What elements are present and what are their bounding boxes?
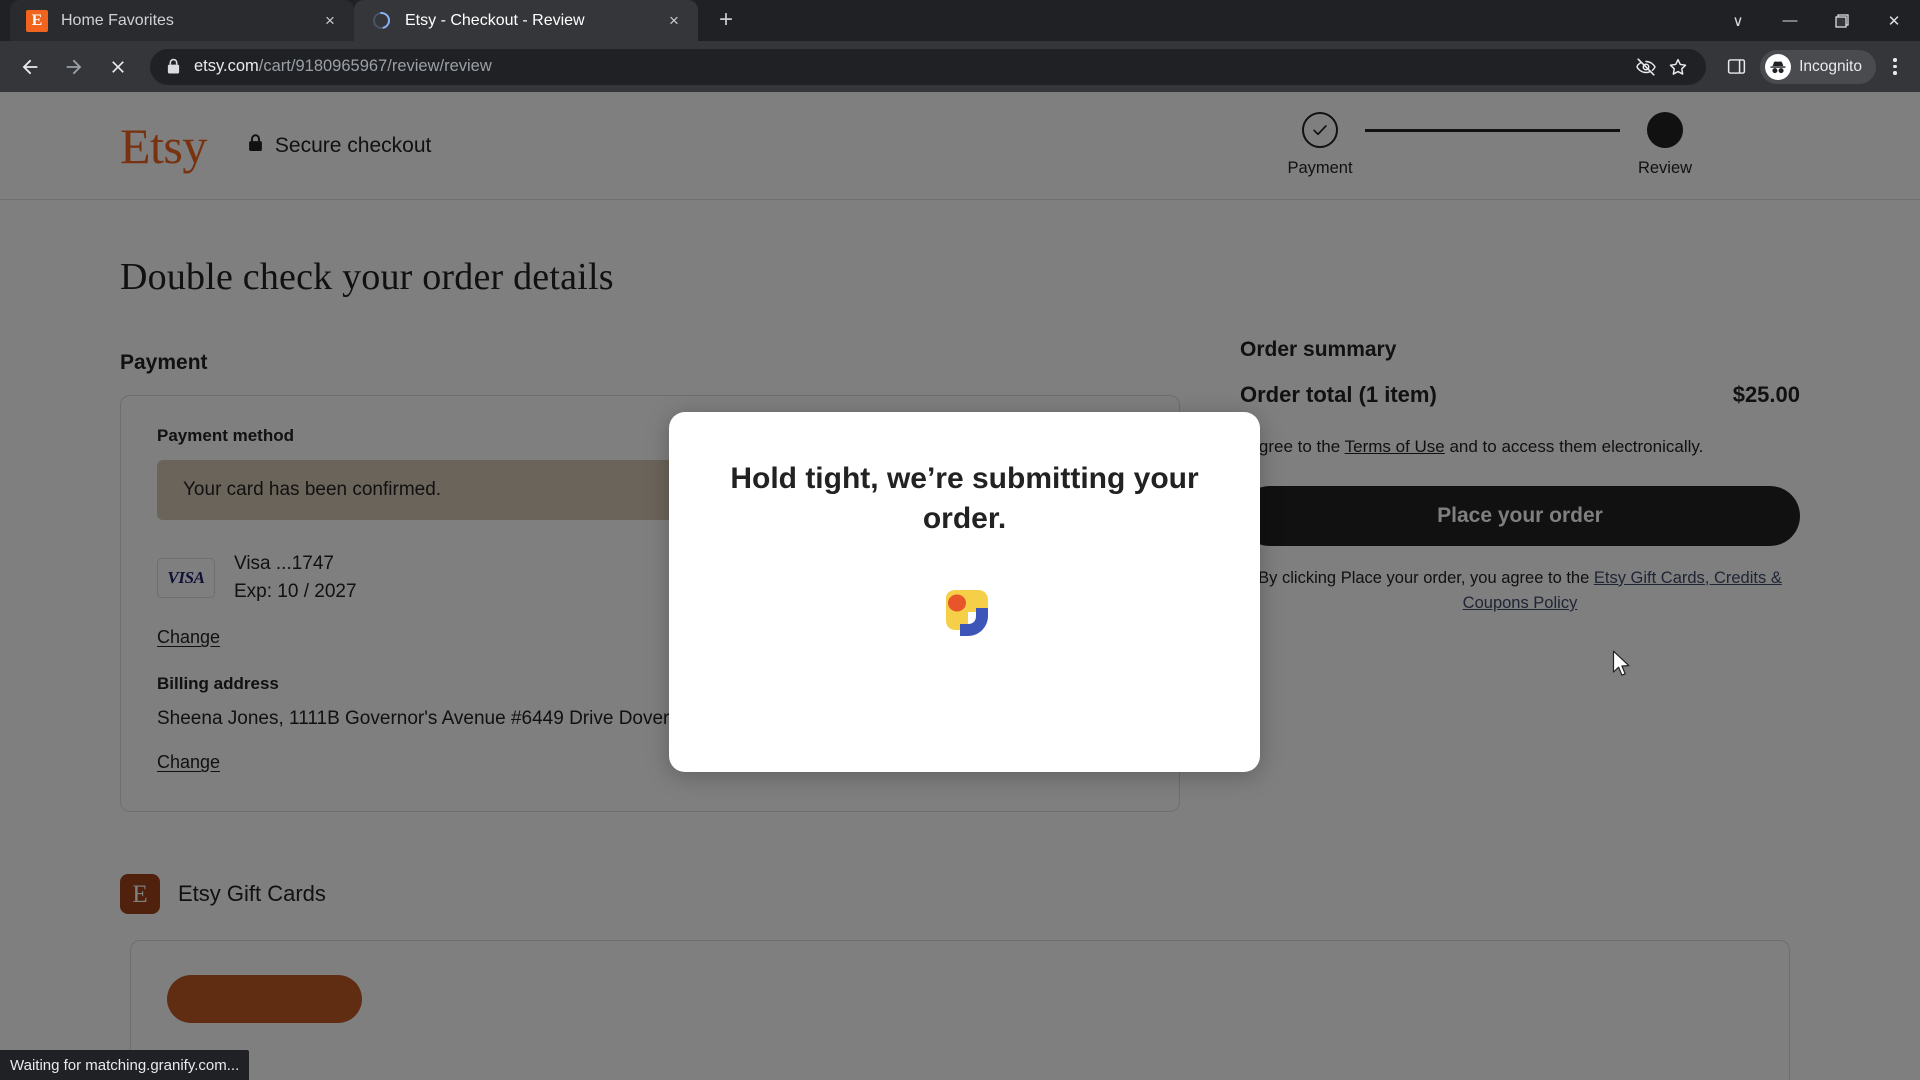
browser-tab-etsy-checkout-review[interactable]: Etsy - Checkout - Review × — [354, 0, 698, 41]
loading-spinner-icon — [369, 8, 393, 33]
minimize-button[interactable]: — — [1764, 0, 1816, 41]
profile-incognito-button[interactable]: Incognito — [1760, 49, 1876, 84]
tab-title: Home Favorites — [61, 11, 174, 29]
window-controls: ∨ — ✕ — [1712, 0, 1920, 41]
back-button[interactable] — [12, 49, 48, 85]
bookmark-star-icon[interactable] — [1662, 51, 1694, 83]
modal-title: Hold tight, we’re submitting your order. — [730, 462, 1199, 535]
close-window-button[interactable]: ✕ — [1868, 0, 1920, 41]
profile-label: Incognito — [1799, 57, 1862, 75]
tab-title: Etsy - Checkout - Review — [405, 11, 585, 29]
etsy-favicon: E — [26, 9, 48, 32]
lock-icon[interactable] — [166, 58, 181, 75]
third-party-cookie-blocked-icon[interactable] — [1630, 51, 1662, 83]
stop-loading-button[interactable] — [100, 49, 136, 85]
browser-toolbar: etsy.com/cart/9180965967/review/review I… — [0, 41, 1920, 92]
chrome-menu-icon[interactable] — [1878, 49, 1912, 85]
url-path: /cart/9180965967/review/review — [258, 57, 492, 75]
omnibox-icons — [1630, 51, 1694, 83]
tab-search-icon[interactable]: ∨ — [1712, 0, 1764, 41]
submitting-order-modal: Hold tight, we’re submitting your order. — [669, 412, 1260, 772]
browser-window: E Home Favorites × Etsy - Checkout - Rev… — [0, 0, 1920, 1080]
tab-strip: E Home Favorites × Etsy - Checkout - Rev… — [0, 0, 1920, 41]
maximize-icon — [1835, 13, 1849, 28]
browser-tab-home-favorites[interactable]: E Home Favorites × — [10, 0, 354, 41]
close-x-icon — [112, 60, 124, 73]
etsy-loading-spinner-icon — [934, 582, 996, 644]
url-text: etsy.com/cart/9180965967/review/review — [194, 57, 1630, 76]
new-tab-button[interactable]: + — [706, 0, 746, 40]
forward-button[interactable] — [56, 49, 92, 85]
maximize-button[interactable] — [1816, 0, 1868, 41]
forward-arrow-icon — [66, 59, 82, 74]
incognito-icon — [1765, 53, 1792, 80]
address-bar[interactable]: etsy.com/cart/9180965967/review/review — [150, 48, 1707, 85]
back-arrow-icon — [22, 59, 38, 74]
tab-close-icon[interactable]: × — [662, 9, 686, 33]
url-domain: etsy.com — [194, 57, 259, 75]
page-viewport: Etsy Secure checkout — [0, 92, 1920, 1080]
side-panel-icon[interactable] — [1718, 49, 1754, 85]
tab-close-icon[interactable]: × — [318, 9, 342, 33]
browser-status-bar: Waiting for matching.granify.com... — [0, 1050, 250, 1080]
